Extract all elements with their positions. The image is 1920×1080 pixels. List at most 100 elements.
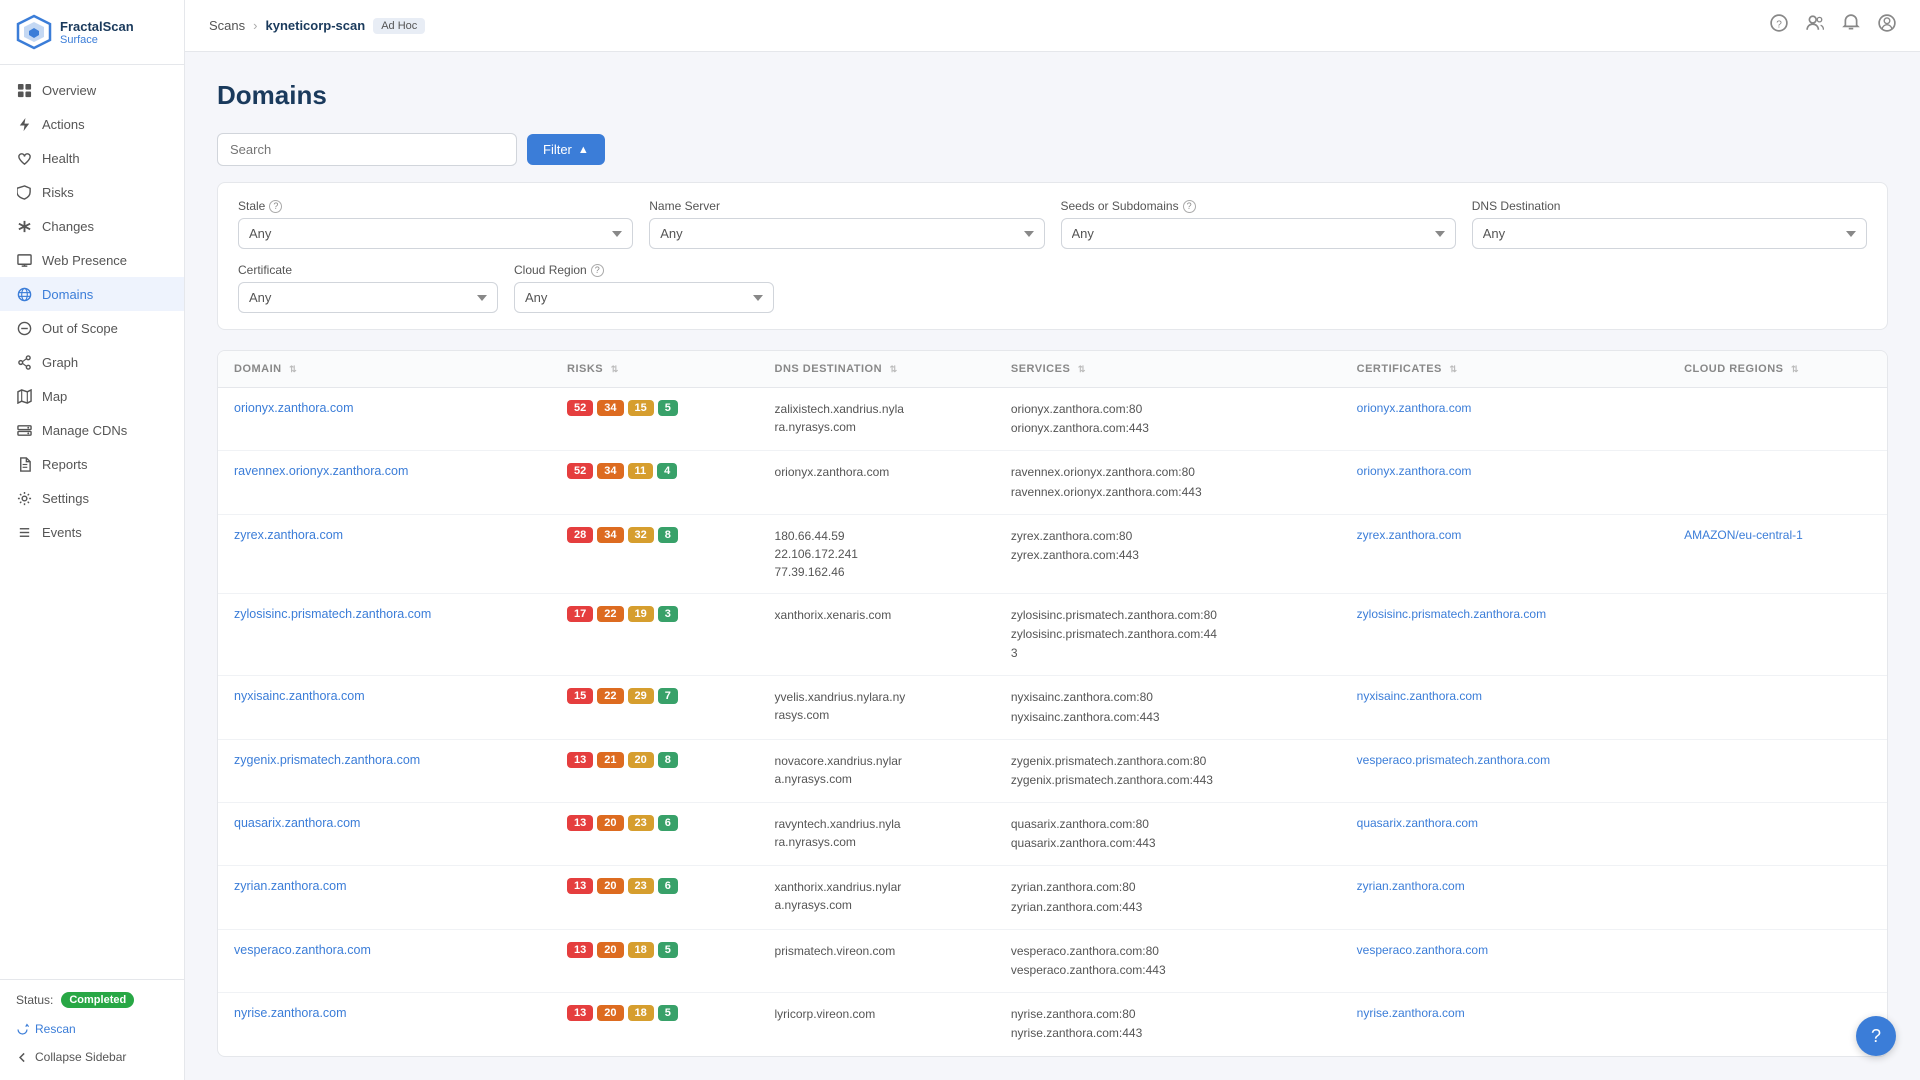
risk-badge: 34: [597, 400, 623, 416]
notifications-icon[interactable]: [1842, 14, 1860, 37]
sidebar-item-label: Manage CDNs: [42, 423, 127, 438]
risk-badge: 23: [628, 878, 654, 894]
col-cloud[interactable]: CLOUD REGIONS ⇅: [1668, 351, 1887, 388]
filter-button[interactable]: Filter ▲: [527, 134, 605, 165]
domain-link[interactable]: nyxisainc.zanthora.com: [234, 689, 365, 703]
cert-link[interactable]: zyrian.zanthora.com: [1357, 879, 1465, 893]
cert-link[interactable]: vesperaco.zanthora.com: [1357, 943, 1488, 957]
dns-cell: ravyntech.xandrius.nylara.nyrasys.com: [759, 803, 995, 866]
sidebar-item-manage-cdns[interactable]: Manage CDNs: [0, 413, 184, 447]
users-icon[interactable]: [1806, 14, 1824, 37]
sidebar-item-overview[interactable]: Overview: [0, 73, 184, 107]
risks-cell: 1320236: [551, 866, 759, 929]
domain-link[interactable]: quasarix.zanthora.com: [234, 816, 360, 830]
sidebar-item-domains[interactable]: Domains: [0, 277, 184, 311]
col-dns[interactable]: DNS DESTINATION ⇅: [759, 351, 995, 388]
risk-badge: 32: [628, 527, 654, 543]
cloud-regions-cell: [1668, 929, 1887, 992]
reports-icon: [16, 456, 32, 472]
filter-cert: Certificate Any: [238, 263, 498, 313]
breadcrumb-current: kyneticorp-scan: [265, 18, 365, 33]
domain-link[interactable]: zygenix.prismatech.zanthora.com: [234, 753, 420, 767]
domain-link[interactable]: orionyx.zanthora.com: [234, 401, 354, 415]
cloud-regions-cell: [1668, 593, 1887, 676]
sidebar-item-changes[interactable]: Changes: [0, 209, 184, 243]
rescan-button[interactable]: Rescan: [16, 1018, 168, 1040]
col-certs[interactable]: CERTIFICATES ⇅: [1341, 351, 1668, 388]
graph-icon: [16, 354, 32, 370]
filter-nameserver-select[interactable]: Any: [649, 218, 1044, 249]
sidebar-item-graph[interactable]: Graph: [0, 345, 184, 379]
cert-link[interactable]: orionyx.zanthora.com: [1357, 401, 1472, 415]
domain-link[interactable]: nyrise.zanthora.com: [234, 1006, 347, 1020]
breadcrumb: Scans › kyneticorp-scan Ad Hoc: [209, 18, 425, 34]
topbar: Scans › kyneticorp-scan Ad Hoc: [185, 0, 1920, 52]
risks-cell: 1522297: [551, 676, 759, 739]
page-title: Domains: [217, 80, 1888, 111]
sidebar-item-label: Health: [42, 151, 80, 166]
services-cell: ravennex.orionyx.zanthora.com:80ravennex…: [995, 451, 1341, 514]
col-risks[interactable]: RISKS ⇅: [551, 351, 759, 388]
sidebar-item-actions[interactable]: Actions: [0, 107, 184, 141]
filter-cert-select[interactable]: Any: [238, 282, 498, 313]
col-services[interactable]: SERVICES ⇅: [995, 351, 1341, 388]
domain-link[interactable]: zylosisinc.prismatech.zanthora.com: [234, 607, 431, 621]
sidebar-item-events[interactable]: Events: [0, 515, 184, 549]
cert-link[interactable]: orionyx.zanthora.com: [1357, 464, 1472, 478]
services-cell: nyrise.zanthora.com:80nyrise.zanthora.co…: [995, 993, 1341, 1056]
search-input[interactable]: [217, 133, 517, 166]
filter-cloud-select[interactable]: Any: [514, 282, 774, 313]
filter-dns-dest-select[interactable]: Any: [1472, 218, 1867, 249]
sidebar-item-settings[interactable]: Settings: [0, 481, 184, 515]
services-cell: quasarix.zanthora.com:80quasarix.zanthor…: [995, 803, 1341, 866]
domains-icon: [16, 286, 32, 302]
dns-cell: lyricorp.vireon.com: [759, 993, 995, 1056]
health-icon: [16, 150, 32, 166]
risk-badge: 6: [658, 878, 678, 894]
table-row: nyrise.zanthora.com 1320185 lyricorp.vir…: [218, 993, 1887, 1056]
help-bubble[interactable]: ?: [1856, 1016, 1896, 1056]
sidebar-item-risks[interactable]: Risks: [0, 175, 184, 209]
cert-link[interactable]: nyrise.zanthora.com: [1357, 1006, 1465, 1020]
cert-link[interactable]: zylosisinc.prismatech.zanthora.com: [1357, 607, 1546, 621]
filter-stale-label: Stale ?: [238, 199, 633, 213]
risks-cell: 1321208: [551, 739, 759, 802]
sidebar-item-map[interactable]: Map: [0, 379, 184, 413]
sidebar-item-health[interactable]: Health: [0, 141, 184, 175]
topbar-icons: [1770, 14, 1896, 37]
cert-link[interactable]: zyrex.zanthora.com: [1357, 528, 1462, 542]
domain-link[interactable]: zyrian.zanthora.com: [234, 879, 347, 893]
filter-stale-select[interactable]: Any: [238, 218, 633, 249]
status-row: Status: Completed: [16, 992, 168, 1008]
domain-link[interactable]: zyrex.zanthora.com: [234, 528, 343, 542]
cert-link[interactable]: quasarix.zanthora.com: [1357, 816, 1478, 830]
domain-link[interactable]: vesperaco.zanthora.com: [234, 943, 371, 957]
domains-table-container: DOMAIN ⇅ RISKS ⇅ DNS DESTINATION ⇅ SERVI…: [217, 350, 1888, 1057]
breadcrumb-scans[interactable]: Scans: [209, 18, 245, 33]
seeds-info-icon[interactable]: ?: [1183, 200, 1196, 213]
dns-cell: orionyx.zanthora.com: [759, 451, 995, 514]
status-label: Status:: [16, 993, 53, 1007]
filter-cert-label: Certificate: [238, 263, 498, 277]
risk-badge: 20: [597, 1005, 623, 1021]
cloud-info-icon[interactable]: ?: [591, 264, 604, 277]
stale-info-icon[interactable]: ?: [269, 200, 282, 213]
profile-icon[interactable]: [1878, 14, 1896, 37]
cert-link[interactable]: vesperaco.prismatech.zanthora.com: [1357, 753, 1550, 767]
col-domain[interactable]: DOMAIN ⇅: [218, 351, 551, 388]
risk-badge: 13: [567, 1005, 593, 1021]
risks-cell: 1320185: [551, 929, 759, 992]
help-icon[interactable]: [1770, 14, 1788, 37]
domain-link[interactable]: ravennex.orionyx.zanthora.com: [234, 464, 408, 478]
sidebar-item-reports[interactable]: Reports: [0, 447, 184, 481]
table-row: zygenix.prismatech.zanthora.com 1321208 …: [218, 739, 1887, 802]
sidebar-item-web-presence[interactable]: Web Presence: [0, 243, 184, 277]
dns-cell: 180.66.44.5922.106.172.24177.39.162.46: [759, 514, 995, 593]
collapse-sidebar-button[interactable]: Collapse Sidebar: [16, 1046, 168, 1068]
cert-link[interactable]: nyxisainc.zanthora.com: [1357, 689, 1482, 703]
manage-cdns-icon: [16, 422, 32, 438]
sidebar-item-out-of-scope[interactable]: Out of Scope: [0, 311, 184, 345]
certificates-cell: vesperaco.zanthora.com: [1341, 929, 1668, 992]
dns-cell: prismatech.vireon.com: [759, 929, 995, 992]
filter-seeds-select[interactable]: Any: [1061, 218, 1456, 249]
